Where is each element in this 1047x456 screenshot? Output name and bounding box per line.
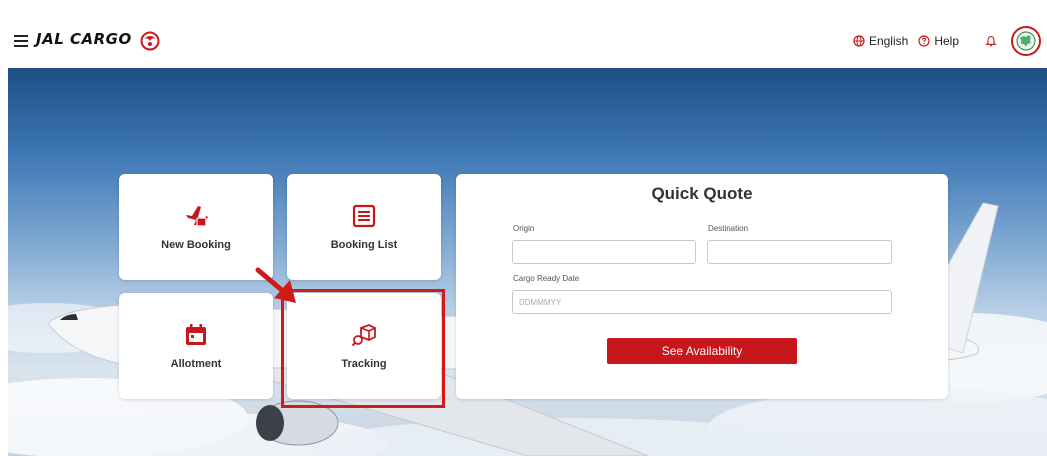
list-document-icon: [352, 204, 376, 228]
calendar-icon: [186, 324, 206, 345]
crane-logo-icon: [140, 31, 160, 51]
bell-icon[interactable]: [985, 35, 997, 47]
booking-list-tile[interactable]: Booking List: [287, 174, 441, 280]
header-actions: English Help: [843, 26, 1041, 56]
tracking-tile[interactable]: Tracking: [287, 293, 441, 399]
see-availability-button[interactable]: See Availability: [607, 338, 797, 364]
cargo-ready-date-input[interactable]: [512, 290, 892, 314]
app-frame: JAL CARGO English Help New Booking Booki…: [8, 14, 1047, 456]
globe-icon: [853, 35, 865, 47]
origin-input[interactable]: [512, 240, 696, 264]
destination-input[interactable]: [707, 240, 892, 264]
new-booking-label: New Booking: [161, 239, 231, 251]
cargo-ready-date-label: Cargo Ready Date: [513, 274, 580, 283]
question-circle-icon: [918, 35, 930, 47]
destination-label: Destination: [708, 224, 749, 233]
allotment-label: Allotment: [170, 358, 222, 370]
help-label: Help: [934, 34, 959, 48]
avatar-globe-icon: [1016, 31, 1036, 51]
quick-quote-panel: Quick Quote Origin Destination Cargo Rea…: [456, 174, 948, 399]
hamburger-menu-icon[interactable]: [14, 35, 28, 47]
new-booking-tile[interactable]: New Booking: [119, 174, 273, 280]
tracking-label: Tracking: [341, 358, 387, 370]
top-header: JAL CARGO English Help: [8, 14, 1047, 69]
language-label: English: [868, 34, 909, 48]
booking-list-label: Booking List: [330, 239, 398, 251]
box-search-icon: [351, 324, 376, 347]
brand-wordmark[interactable]: JAL CARGO: [36, 30, 132, 48]
language-selector[interactable]: English: [853, 34, 908, 48]
plane-box-icon: [186, 206, 208, 227]
allotment-tile[interactable]: Allotment: [119, 293, 273, 399]
quick-quote-title: Quick Quote: [651, 184, 753, 203]
origin-label: Origin: [513, 224, 535, 233]
user-avatar[interactable]: [1011, 26, 1041, 56]
help-link[interactable]: Help: [918, 34, 959, 48]
